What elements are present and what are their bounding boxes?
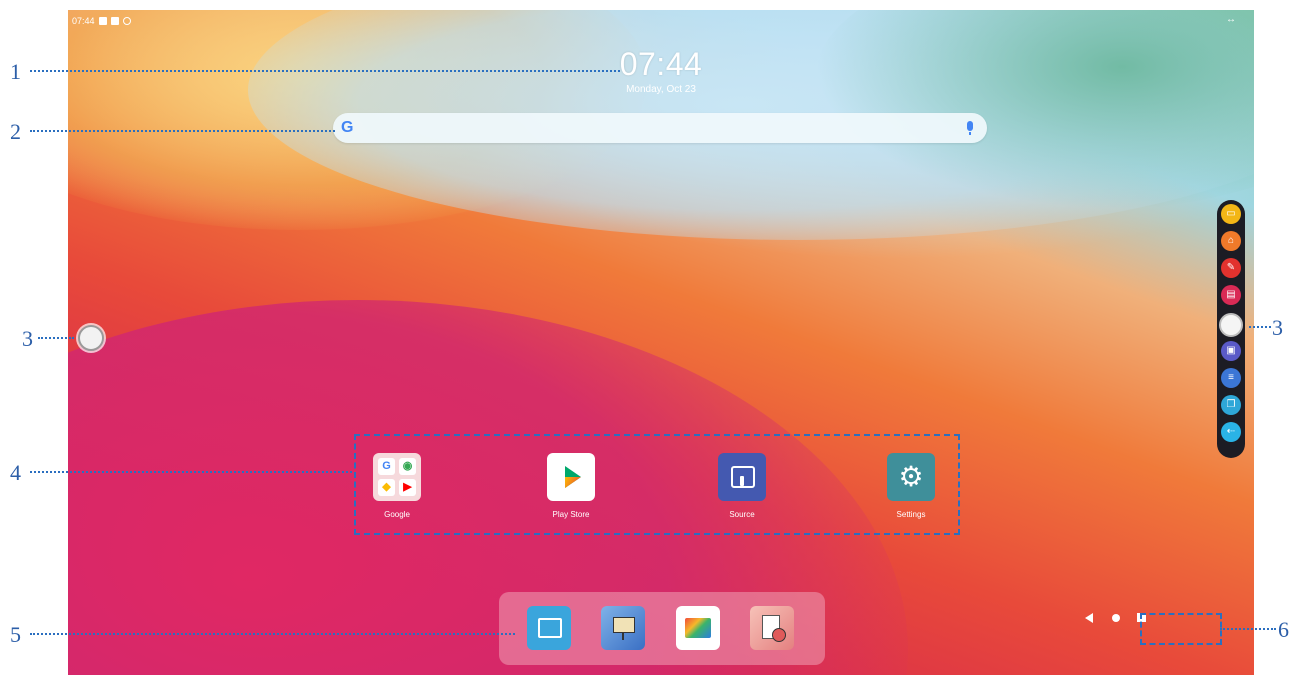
status-bar: 07:44 <box>72 14 131 28</box>
sidebar-menu-button[interactable] <box>1219 313 1243 337</box>
callout-1: 1 <box>10 59 21 84</box>
callout-5: 5 <box>10 622 21 647</box>
exit-icon[interactable]: ⇠ <box>1221 422 1241 442</box>
callout-3-right-line <box>1249 326 1271 328</box>
status-time: 07:44 <box>72 16 95 26</box>
whiteboard-easel-icon[interactable] <box>601 606 645 650</box>
google-icon: G <box>341 119 354 136</box>
callout-6-line <box>1220 628 1276 630</box>
callout-3-right: 3 <box>1272 315 1283 340</box>
nav-highlight-box <box>1140 613 1222 645</box>
cast-icon[interactable] <box>527 606 571 650</box>
mic-icon[interactable] <box>967 121 973 135</box>
expand-icon[interactable]: ↔ <box>1226 14 1236 25</box>
annotate-icon[interactable]: ✎ <box>1221 258 1241 278</box>
callout-3-left: 3 <box>22 326 33 351</box>
floating-menu-button[interactable] <box>78 325 104 351</box>
sliders-icon[interactable]: ≡ <box>1221 368 1241 388</box>
present-icon[interactable]: ▤ <box>1221 285 1241 305</box>
file-manager-icon[interactable] <box>750 606 794 650</box>
gallery-icon[interactable] <box>676 606 720 650</box>
callout-3-left-line <box>38 337 74 339</box>
callout-1-line <box>30 70 620 72</box>
callout-6: 6 <box>1278 617 1289 642</box>
callout-2-line <box>30 130 335 132</box>
home-dot-icon[interactable] <box>1112 614 1120 622</box>
sync-icon <box>122 17 131 25</box>
dock <box>499 592 825 665</box>
sidebar-toolbar: ▭ ⌂ ✎ ▤ ▣ ≡ ❐ ⇠ <box>1217 200 1245 458</box>
apps-highlight-box <box>354 434 960 535</box>
search-bar[interactable]: G <box>333 113 987 143</box>
callout-4-line <box>30 471 352 473</box>
callout-5-line <box>30 633 515 635</box>
callout-4: 4 <box>10 460 21 485</box>
callout-2: 2 <box>10 119 21 144</box>
home-icon[interactable]: ⌂ <box>1221 231 1241 251</box>
sim-icon <box>98 17 107 25</box>
windows-icon[interactable]: ❐ <box>1221 395 1241 415</box>
storage-icon <box>110 17 119 25</box>
screen: 07:44 ↔ 07:44 Monday, Oct 23 G ▭ ⌂ ✎ ▤ ▣… <box>68 10 1254 675</box>
toolbox-icon[interactable]: ▣ <box>1221 341 1241 361</box>
back-icon[interactable] <box>1085 613 1093 623</box>
clock-date: Monday, Oct 23 <box>626 84 696 95</box>
whiteboard-icon[interactable]: ▭ <box>1221 204 1241 224</box>
clock-time: 07:44 <box>619 46 703 82</box>
